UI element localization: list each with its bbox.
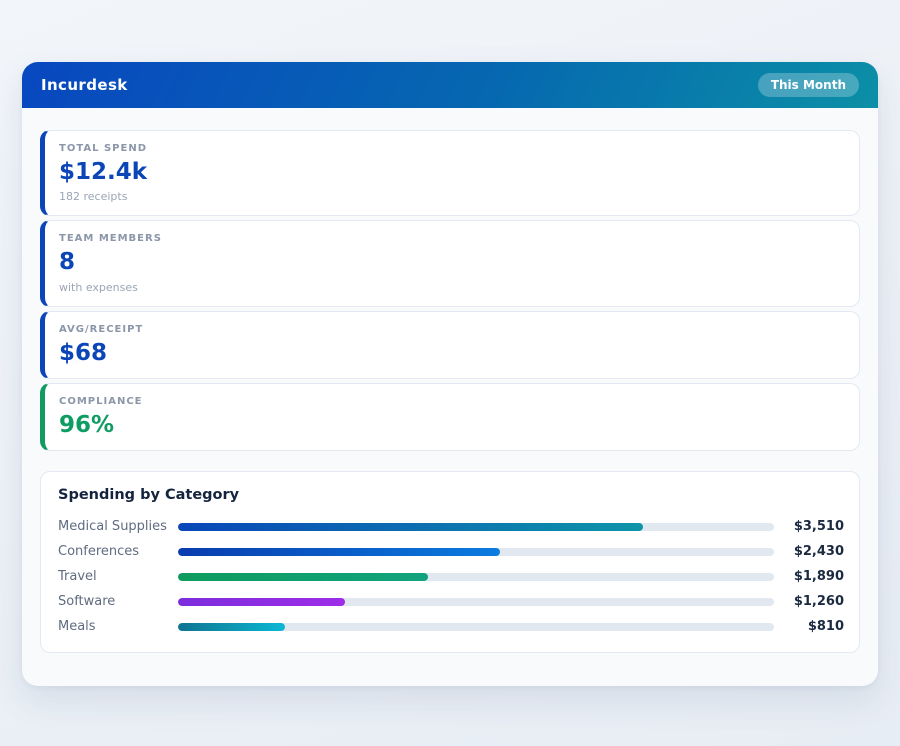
stat-label: TOTAL SPEND — [59, 143, 841, 154]
category-bar-fill — [178, 548, 500, 556]
category-label: Medical Supplies — [58, 519, 178, 534]
category-value: $1,890 — [774, 569, 844, 584]
stat-value: $12.4k — [59, 160, 841, 185]
category-label: Meals — [58, 619, 178, 634]
dashboard-content: TOTAL SPEND $12.4k 182 receipts TEAM MEM… — [22, 108, 878, 653]
stat-value: $68 — [59, 341, 841, 366]
category-bar-track — [178, 573, 774, 581]
category-bar-track — [178, 548, 774, 556]
stat-label: AVG/RECEIPT — [59, 324, 841, 335]
category-row: Software $1,260 — [58, 589, 844, 614]
stat-label: TEAM MEMBERS — [59, 233, 841, 244]
category-value: $1,260 — [774, 594, 844, 609]
category-label: Conferences — [58, 544, 178, 559]
category-bar-fill — [178, 623, 285, 631]
category-row: Travel $1,890 — [58, 564, 844, 589]
app-container: Incurdesk This Month TOTAL SPEND $12.4k … — [22, 62, 878, 686]
spending-by-category-card: Spending by Category Medical Supplies $3… — [40, 471, 860, 653]
category-row: Medical Supplies $3,510 — [58, 514, 844, 539]
category-rows: Medical Supplies $3,510 Conferences $2,4… — [58, 514, 844, 639]
stat-label: COMPLIANCE — [59, 396, 841, 407]
stat-value: 96% — [59, 413, 841, 438]
category-value: $810 — [774, 619, 844, 634]
stat-subtext: 182 receipts — [59, 190, 841, 203]
category-bar-track — [178, 598, 774, 606]
stat-card-total-spend: TOTAL SPEND $12.4k 182 receipts — [40, 130, 860, 216]
category-bar-track — [178, 523, 774, 531]
category-row: Conferences $2,430 — [58, 539, 844, 564]
stat-card-team-members: TEAM MEMBERS 8 with expenses — [40, 220, 860, 306]
stat-card-compliance: COMPLIANCE 96% — [40, 383, 860, 451]
category-value: $3,510 — [774, 519, 844, 534]
period-badge[interactable]: This Month — [758, 73, 859, 97]
category-label: Travel — [58, 569, 178, 584]
category-bar-fill — [178, 598, 345, 606]
stat-value: 8 — [59, 250, 841, 275]
app-header: Incurdesk This Month — [22, 62, 878, 108]
stat-card-avg-receipt: AVG/RECEIPT $68 — [40, 311, 860, 379]
category-bar-fill — [178, 573, 428, 581]
stat-subtext: with expenses — [59, 281, 841, 294]
category-bar-track — [178, 623, 774, 631]
category-bar-fill — [178, 523, 643, 531]
category-label: Software — [58, 594, 178, 609]
category-value: $2,430 — [774, 544, 844, 559]
category-row: Meals $810 — [58, 614, 844, 639]
app-title: Incurdesk — [41, 76, 128, 94]
chart-title: Spending by Category — [58, 487, 844, 503]
